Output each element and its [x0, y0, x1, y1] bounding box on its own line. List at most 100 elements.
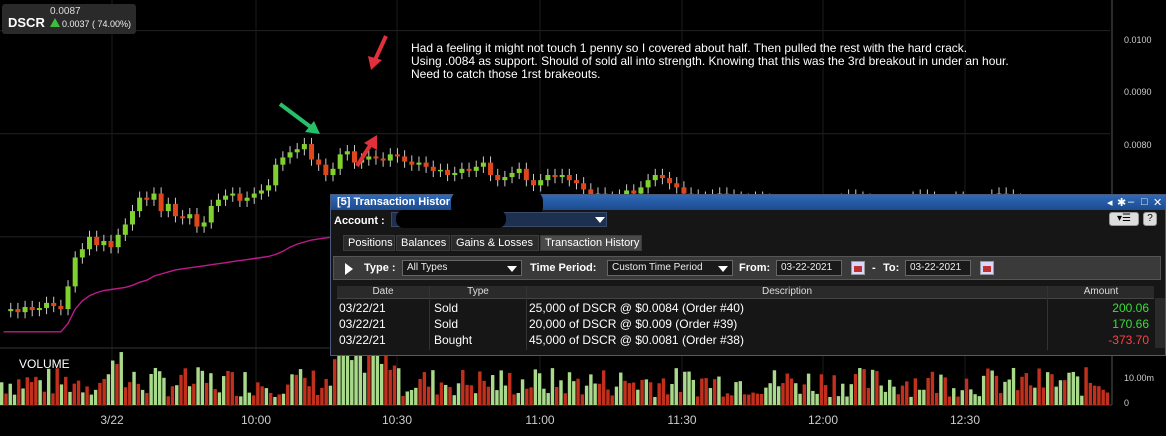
volume-bar — [1092, 385, 1097, 405]
tab-positions[interactable]: Positions — [343, 235, 395, 251]
close-icon[interactable]: ✕ — [1153, 196, 1162, 209]
candle-body — [559, 175, 565, 178]
candle-body — [129, 211, 135, 225]
volume-bar — [175, 385, 179, 405]
volume-bar — [819, 374, 824, 405]
type-select[interactable]: All Types — [402, 260, 522, 276]
volume-bar — [866, 387, 871, 405]
table-row[interactable]: 03/22/21 Bought 45,000 of DSCR @ $0.0081… — [337, 332, 1161, 348]
volume-bar — [136, 383, 141, 405]
column-header-type[interactable]: Type — [430, 286, 526, 299]
candle-body — [344, 151, 350, 155]
volume-bar — [939, 374, 943, 405]
volume-bar — [281, 393, 286, 405]
candle-body — [244, 197, 250, 201]
column-header-description[interactable]: Description — [527, 286, 1047, 299]
arrow-expand-icon[interactable]: ◂ — [1107, 196, 1113, 209]
volume-bar — [700, 378, 704, 405]
help-button[interactable]: ? — [1143, 212, 1157, 226]
volume-bar — [1033, 387, 1037, 405]
volume-bar — [25, 377, 30, 405]
volume-bar — [934, 392, 939, 405]
column-header-date[interactable]: Date — [337, 286, 429, 299]
volume-bar — [465, 384, 469, 405]
table-row[interactable]: 03/22/21 Sold 25,000 of DSCR @ $0.0084 (… — [337, 300, 1161, 316]
volume-bar — [892, 386, 896, 405]
volume-bar — [1024, 373, 1029, 405]
table-row[interactable]: 03/22/21 Sold 20,000 of DSCR @ $0.009 (O… — [337, 316, 1161, 332]
volume-bar — [674, 368, 678, 405]
row-amount: 170.66 — [1112, 317, 1149, 331]
x-tick: 11:00 — [525, 413, 555, 427]
volume-bar — [751, 392, 755, 405]
to-date-input[interactable]: 03-22-2021 — [905, 260, 971, 276]
volume-bar — [499, 370, 503, 405]
maximize-icon[interactable]: □ — [1141, 196, 1148, 208]
volume-bar — [1037, 368, 1041, 405]
vol-tick: 10.00m — [1124, 373, 1155, 383]
from-date-input[interactable]: 03-22-2021 — [776, 260, 842, 276]
account-select[interactable] — [391, 210, 607, 228]
window-titlebar[interactable]: [5] Transaction Histor ◂ ✱ – □ ✕ — [331, 191, 1165, 217]
candle-body — [122, 224, 128, 235]
volume-bar — [738, 381, 742, 405]
volume-bar — [640, 379, 644, 405]
play-icon[interactable] — [345, 263, 353, 275]
volume-bar — [1045, 372, 1050, 405]
volume-bar — [811, 390, 815, 405]
volume-bar — [89, 394, 94, 405]
volume-bar — [128, 382, 132, 405]
volume-bar — [648, 382, 653, 405]
volume-bar — [431, 370, 435, 405]
volume-bar — [798, 393, 802, 405]
volume-bar — [405, 391, 409, 405]
volume-bar — [969, 389, 973, 405]
volume-bar — [111, 360, 115, 405]
candle-body — [351, 151, 357, 163]
candle-body — [280, 157, 286, 165]
gear-icon[interactable]: ✱ — [1117, 196, 1126, 209]
time-period-select[interactable]: Custom Time Period — [607, 260, 733, 276]
tab-balances[interactable]: Balances — [396, 235, 450, 251]
volume-bar — [725, 393, 730, 405]
volume-bar — [76, 380, 81, 405]
volume-bar — [388, 369, 392, 405]
volume-bar — [1054, 386, 1058, 405]
candle-body — [538, 180, 544, 186]
candle-body — [180, 216, 186, 219]
volume-bar — [512, 394, 516, 405]
volume-bar — [324, 378, 328, 405]
volume-bar — [367, 355, 371, 405]
volume-bar — [567, 372, 572, 405]
annotation-line: Need to catch those 1rst brakeouts. — [411, 67, 601, 81]
volume-bar — [695, 396, 700, 405]
menu-button[interactable]: ▾☰ — [1109, 212, 1139, 226]
volume-bar — [384, 355, 388, 405]
volume-bar — [397, 368, 401, 405]
transaction-history-window[interactable]: [5] Transaction Histor ◂ ✱ – □ ✕ Account… — [330, 191, 1166, 356]
volume-bar — [230, 372, 234, 405]
volume-bar — [268, 392, 273, 405]
volume-bar — [537, 373, 542, 405]
candle-body — [459, 168, 465, 173]
volume-bar — [614, 386, 619, 405]
volume-bar — [606, 389, 610, 405]
volume-bar — [311, 370, 316, 405]
volume-bar — [473, 393, 478, 405]
calendar-icon[interactable] — [980, 261, 994, 275]
tab-gains-losses[interactable]: Gains & Losses — [451, 235, 539, 251]
candle-body — [423, 162, 429, 167]
volume-bar — [375, 348, 380, 405]
candle-body — [323, 164, 329, 175]
volume-bar — [29, 382, 34, 405]
volume-bar — [333, 359, 337, 405]
time-period-label: Time Period: — [530, 262, 597, 274]
volume-bar — [806, 373, 811, 405]
redaction-mark — [396, 210, 506, 228]
minimize-icon[interactable]: – — [1128, 196, 1134, 208]
table-scrollbar[interactable] — [1155, 298, 1165, 348]
type-label: Type : — [364, 262, 396, 274]
calendar-icon[interactable] — [851, 261, 865, 275]
tab-transaction-history[interactable]: Transaction History — [540, 235, 642, 251]
column-header-amount[interactable]: Amount — [1048, 286, 1154, 299]
